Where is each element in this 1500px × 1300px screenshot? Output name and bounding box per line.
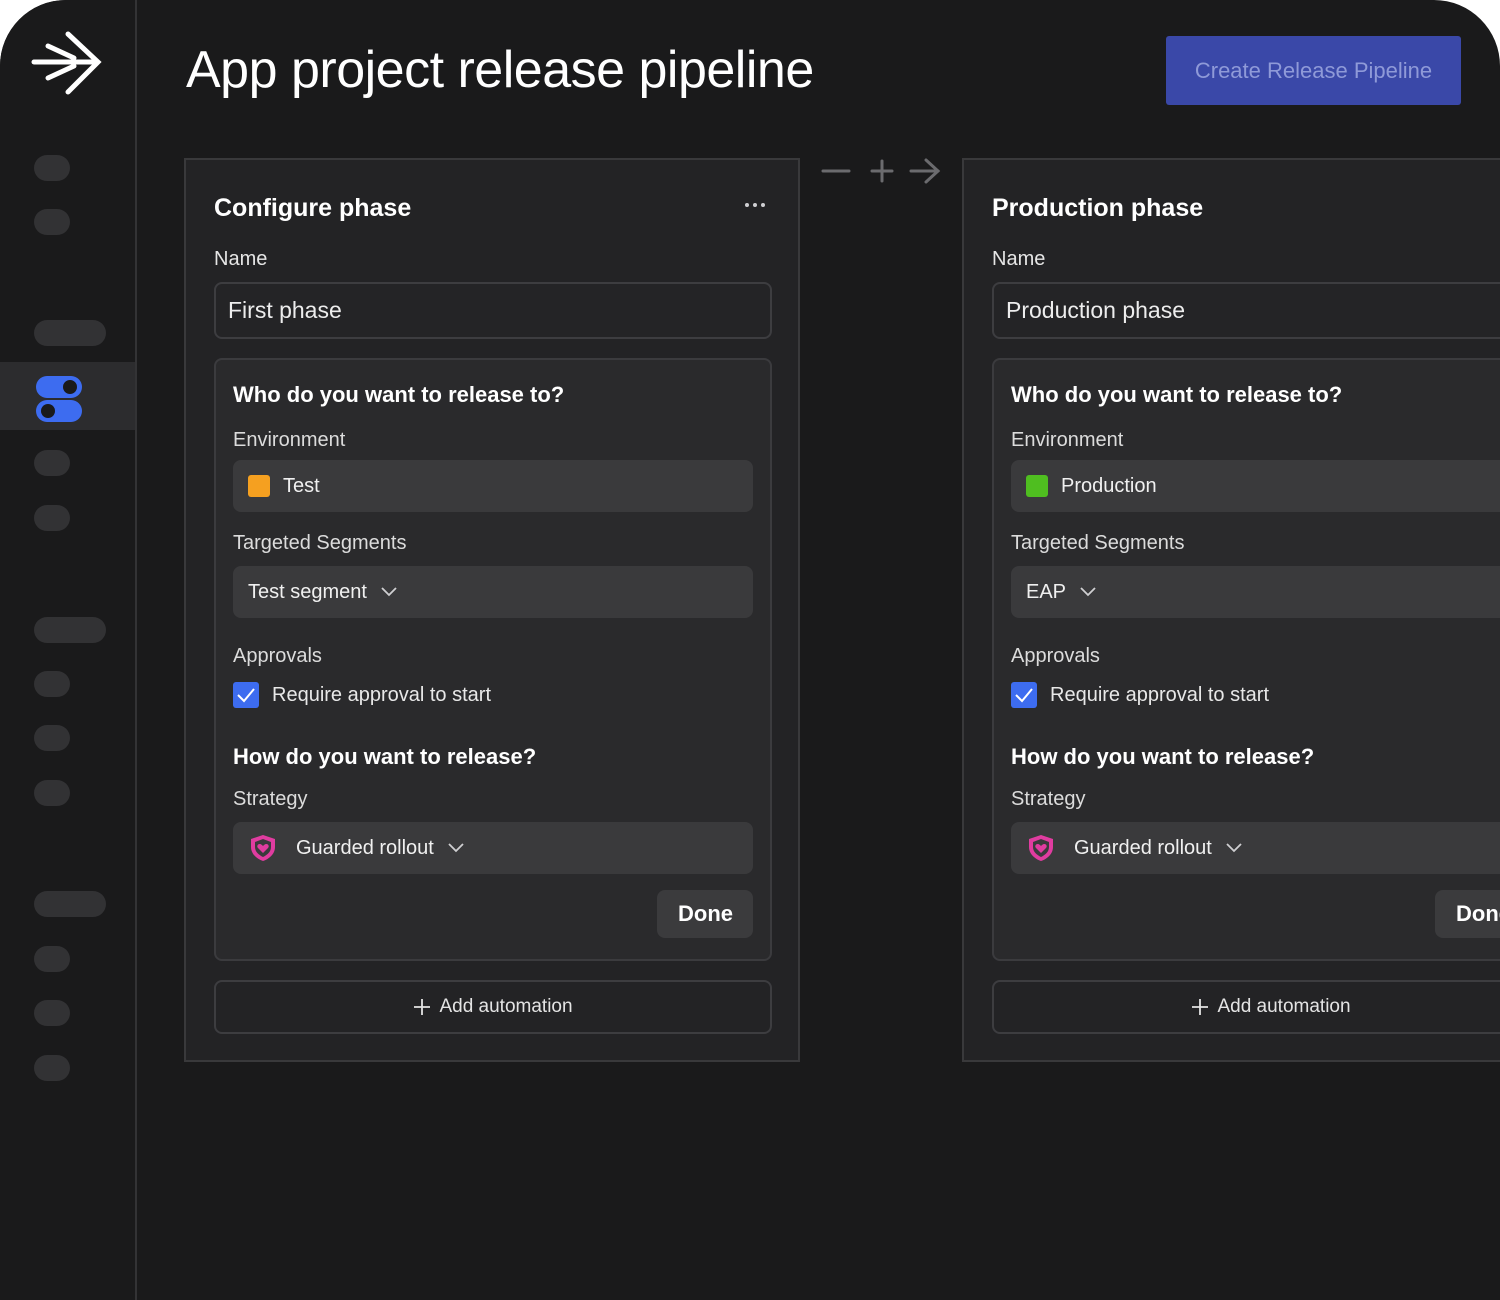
sidebar-section-2 [34, 617, 106, 643]
segments-label: Targeted Segments [233, 532, 407, 554]
phase-title: Production phase [992, 194, 1204, 222]
phase-title: Configure phase [214, 194, 412, 222]
sidebar-item-10[interactable] [34, 1055, 70, 1081]
environment-select[interactable]: Production [1011, 460, 1500, 512]
page-title: App project release pipeline [186, 41, 814, 99]
environment-value: Production [1061, 474, 1157, 497]
done-button[interactable]: Done [1435, 890, 1500, 938]
add-automation-label: Add automation [439, 996, 573, 1017]
release-settings-panel: Who do you want to release to? Environme… [992, 358, 1500, 961]
sidebar-item-7[interactable] [34, 780, 70, 806]
require-approval-checkbox[interactable] [1011, 682, 1037, 708]
strategy-value: Guarded rollout [296, 836, 434, 859]
shield-heart-icon [251, 835, 275, 861]
production-env-swatch-icon [1026, 475, 1048, 497]
environment-label: Environment [233, 429, 346, 451]
segments-label: Targeted Segments [1011, 532, 1185, 554]
add-automation-button[interactable]: Add automation [214, 980, 772, 1034]
require-approval-label[interactable]: Require approval to start [272, 684, 491, 707]
logo-arrow-icon[interactable] [30, 28, 104, 100]
shield-heart-icon [1029, 835, 1053, 861]
checkmark-icon [237, 688, 255, 703]
name-label: Name [214, 248, 268, 270]
strategy-select[interactable]: Guarded rollout [233, 822, 753, 874]
checkmark-icon [1015, 688, 1033, 703]
require-approval-label[interactable]: Require approval to start [1050, 684, 1269, 707]
chevron-down-icon [1080, 587, 1096, 597]
segments-value: Test segment [248, 580, 367, 603]
chevron-down-icon [381, 587, 397, 597]
approvals-label: Approvals [1011, 645, 1100, 667]
require-approval-checkbox[interactable] [233, 682, 259, 708]
segments-select[interactable]: EAP [1011, 566, 1500, 618]
app-window: App project release pipeline Create Rele… [0, 0, 1500, 1300]
sidebar-item-6[interactable] [34, 725, 70, 751]
sidebar-item-4[interactable] [34, 505, 70, 531]
sidebar-section-1 [34, 320, 106, 346]
sidebar-item-9[interactable] [34, 1000, 70, 1026]
strategy-select[interactable]: Guarded rollout [1011, 822, 1500, 874]
strategy-value: Guarded rollout [1074, 836, 1212, 859]
phase-name-input[interactable] [214, 282, 772, 339]
segments-select[interactable]: Test segment [233, 566, 753, 618]
release-settings-panel: Who do you want to release to? Environme… [214, 358, 772, 961]
release-to-heading: Who do you want to release to? [1011, 382, 1343, 407]
test-env-swatch-icon [248, 475, 270, 497]
strategy-label: Strategy [1011, 788, 1086, 810]
plus-icon [1192, 999, 1209, 1015]
sidebar [0, 0, 137, 1300]
done-button[interactable]: Done [657, 890, 753, 938]
chevron-down-icon [1226, 843, 1242, 853]
sidebar-item-5[interactable] [34, 671, 70, 697]
environment-select[interactable]: Test [233, 460, 753, 512]
sidebar-item-2[interactable] [34, 209, 70, 235]
sidebar-item-1[interactable] [34, 155, 70, 181]
environment-label: Environment [1011, 429, 1124, 451]
phase-card-production: Production phase Name Who do you want to… [962, 158, 1500, 1062]
sidebar-section-3 [34, 891, 106, 917]
release-how-heading: How do you want to release? [233, 744, 537, 769]
more-icon[interactable] [744, 198, 768, 212]
release-how-heading: How do you want to release? [1011, 744, 1315, 769]
environment-value: Test [283, 474, 320, 497]
segments-value: EAP [1026, 580, 1067, 603]
approvals-label: Approvals [233, 645, 322, 667]
sidebar-item-8[interactable] [34, 946, 70, 972]
chevron-down-icon [448, 843, 464, 853]
name-label: Name [992, 248, 1046, 270]
plus-icon [414, 999, 431, 1015]
create-release-pipeline-button[interactable]: Create Release Pipeline [1166, 36, 1461, 105]
release-to-heading: Who do you want to release to? [233, 382, 565, 407]
sidebar-item-3[interactable] [34, 450, 70, 476]
strategy-label: Strategy [233, 788, 308, 810]
phase-card-configure: Configure phase Name Who do you want to … [184, 158, 800, 1062]
add-automation-label: Add automation [1217, 996, 1351, 1017]
phase-name-input[interactable] [992, 282, 1500, 339]
toggle-flags-icon [36, 376, 82, 422]
phase-connector[interactable] [820, 155, 945, 187]
add-automation-button[interactable]: Add automation [992, 980, 1500, 1034]
